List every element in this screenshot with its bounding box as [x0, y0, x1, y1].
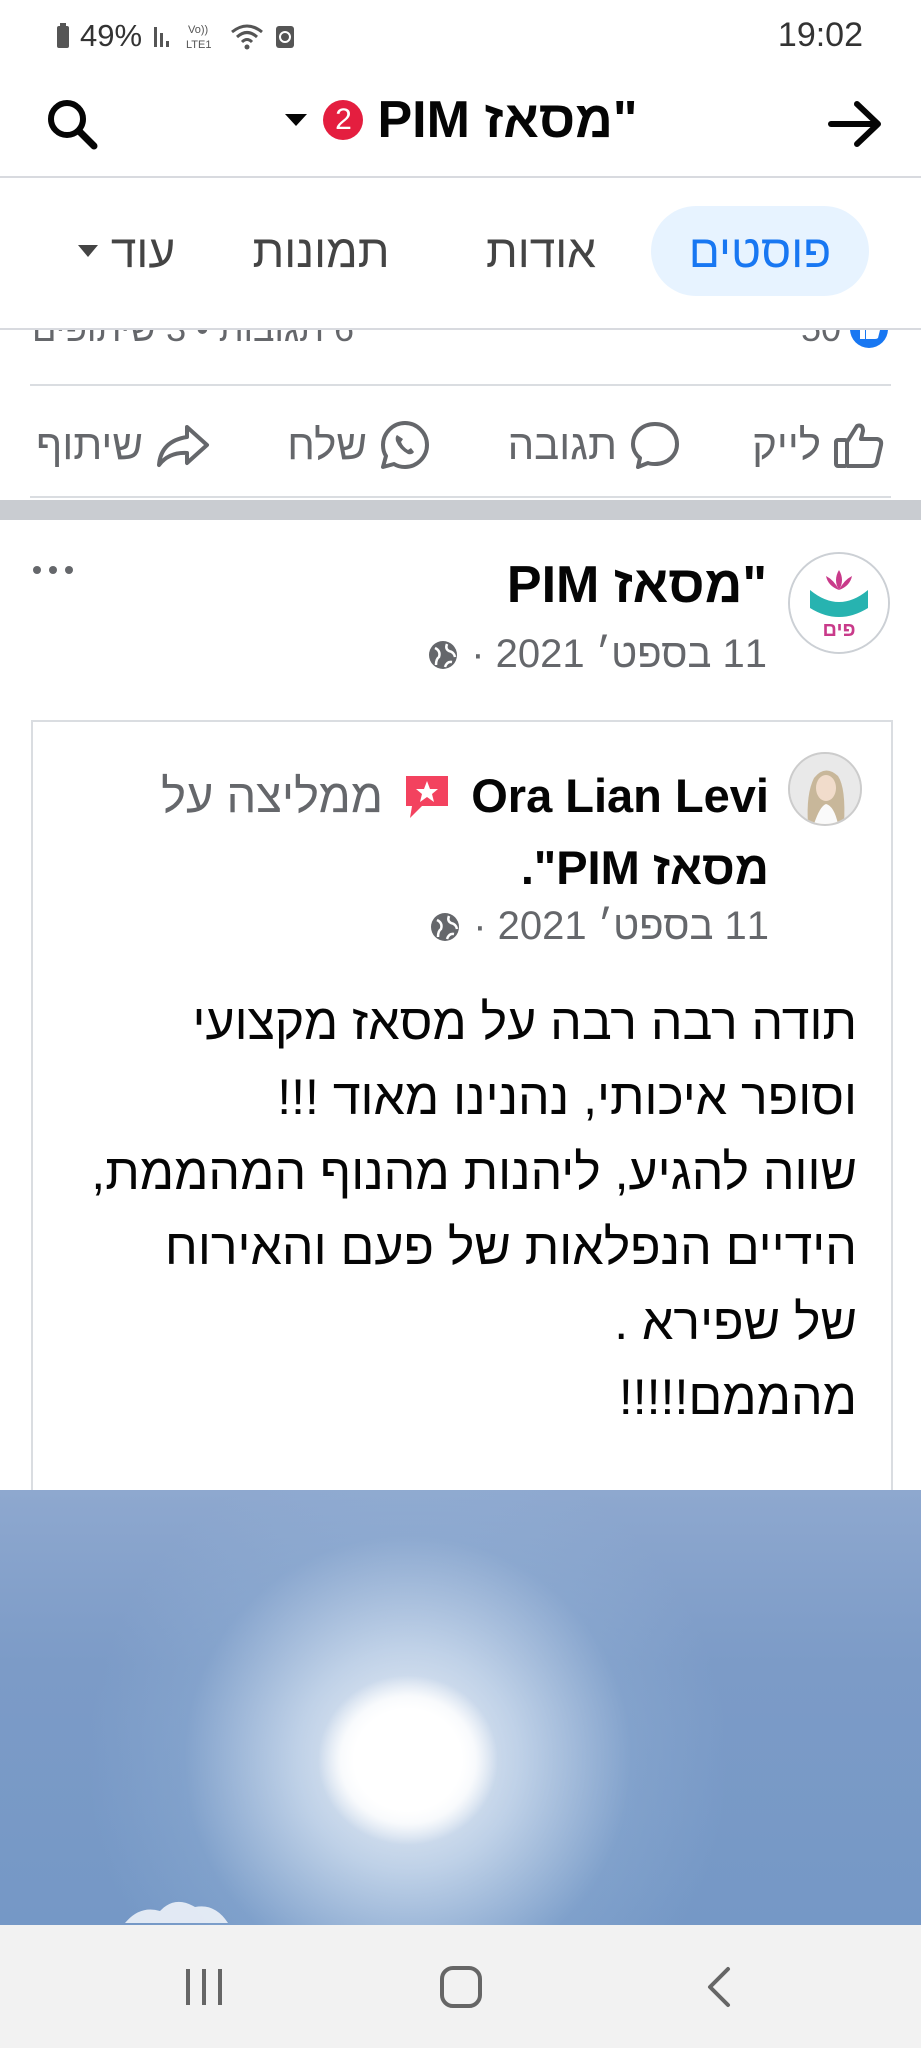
cloud-wisp [125, 1901, 228, 1923]
tab-about[interactable]: אודות [461, 206, 621, 296]
send-label: שלח [287, 421, 367, 468]
whatsapp-icon [381, 421, 429, 469]
signal-icon [154, 27, 170, 47]
post-page-name[interactable]: "מסאז PIM [507, 555, 767, 615]
review-header: Ora Lian Levi ממליצה על מסאז PIM". [69, 760, 769, 904]
divider [30, 496, 891, 498]
clock: 19:02 [777, 16, 863, 54]
share-label: שיתוף [36, 421, 143, 468]
reaction-count: 50 [801, 330, 841, 350]
page-avatar[interactable]: פים [788, 552, 890, 654]
recommends-icon [406, 776, 449, 818]
divider [30, 384, 891, 386]
recommended-page[interactable]: מסאז PIM". [521, 841, 769, 894]
post-photo-sky-sun[interactable] [0, 1490, 921, 1925]
more-options-icon[interactable] [30, 562, 76, 578]
thumbs-up-icon [834, 423, 884, 468]
recent-apps-icon[interactable] [182, 1967, 226, 2007]
send-whatsapp-button[interactable]: שלח [287, 410, 431, 480]
share-arrow-icon [157, 425, 209, 467]
pim-logo: פים [790, 554, 888, 652]
chevron-down-icon[interactable] [283, 112, 309, 128]
share-button[interactable]: שיתוף [36, 410, 211, 480]
comments-shares-count[interactable]: 6 תגובות • 3 שיתופים [32, 330, 354, 350]
battery-icon [57, 23, 69, 48]
tab-bar: פוסטים אודות תמונות עוד [0, 178, 921, 330]
like-reaction-icon [850, 330, 888, 348]
globe-icon [431, 912, 460, 941]
tab-posts[interactable]: פוסטים [651, 206, 869, 296]
system-navigation-bar [0, 1925, 921, 2048]
globe-icon [429, 640, 458, 669]
comment-bubble-icon [631, 422, 679, 469]
recycle-notification-icon [276, 26, 295, 48]
battery-percent: 49% [80, 18, 143, 53]
reviewer-photo [790, 754, 860, 824]
like-label: לייק [752, 421, 821, 468]
review-date-line: 11 בספט׳ 2021 · [429, 904, 769, 949]
review-text: תודה רבה רבה על מסאז מקצועי וסופר איכותי… [91, 994, 857, 1425]
reaction-count-group[interactable]: 50 [801, 330, 889, 350]
svg-text:LTE1: LTE1 [186, 39, 211, 51]
top-app-bar: 2 "מסאז PIM [0, 76, 921, 178]
page-title: "מסאז PIM [377, 91, 638, 149]
page-title-group[interactable]: 2 "מסאז PIM [0, 90, 921, 150]
feed-separator [0, 500, 921, 520]
back-arrow-icon[interactable] [825, 96, 885, 152]
reactions-summary-row: 6 תגובות • 3 שיתופים 50 [0, 330, 921, 370]
back-icon[interactable] [704, 1965, 734, 2009]
like-button[interactable]: לייק [752, 410, 885, 480]
tab-more-label: עוד [110, 225, 176, 277]
home-icon[interactable] [438, 1965, 484, 2009]
comment-label: תגובה [507, 421, 617, 468]
post-date-line: 11 בספט׳ 2021 · [427, 632, 767, 677]
status-bar: 49% Vo)) LTE1 19:02 [0, 0, 921, 76]
tab-more[interactable]: עוד [51, 206, 201, 296]
volte-icon: Vo)) LTE1 [186, 24, 211, 51]
wifi-icon [231, 24, 263, 50]
tab-photos[interactable]: תמונות [231, 206, 411, 296]
recommends-text: ממליצה על [161, 769, 384, 822]
chevron-down-icon [77, 245, 98, 257]
post-date: 11 בספט׳ 2021 · [471, 632, 767, 676]
reviewer-avatar[interactable] [788, 752, 862, 826]
comment-button[interactable]: תגובה [508, 410, 681, 480]
svg-text:פים: פים [822, 619, 855, 641]
reviewer-name[interactable]: Ora Lian Levi [471, 769, 769, 822]
status-icons: 49% Vo)) LTE1 [56, 18, 296, 54]
notification-badge: 2 [323, 100, 364, 140]
svg-text:Vo)): Vo)) [188, 24, 208, 36]
review-date: 11 בספט׳ 2021 · [473, 904, 769, 948]
